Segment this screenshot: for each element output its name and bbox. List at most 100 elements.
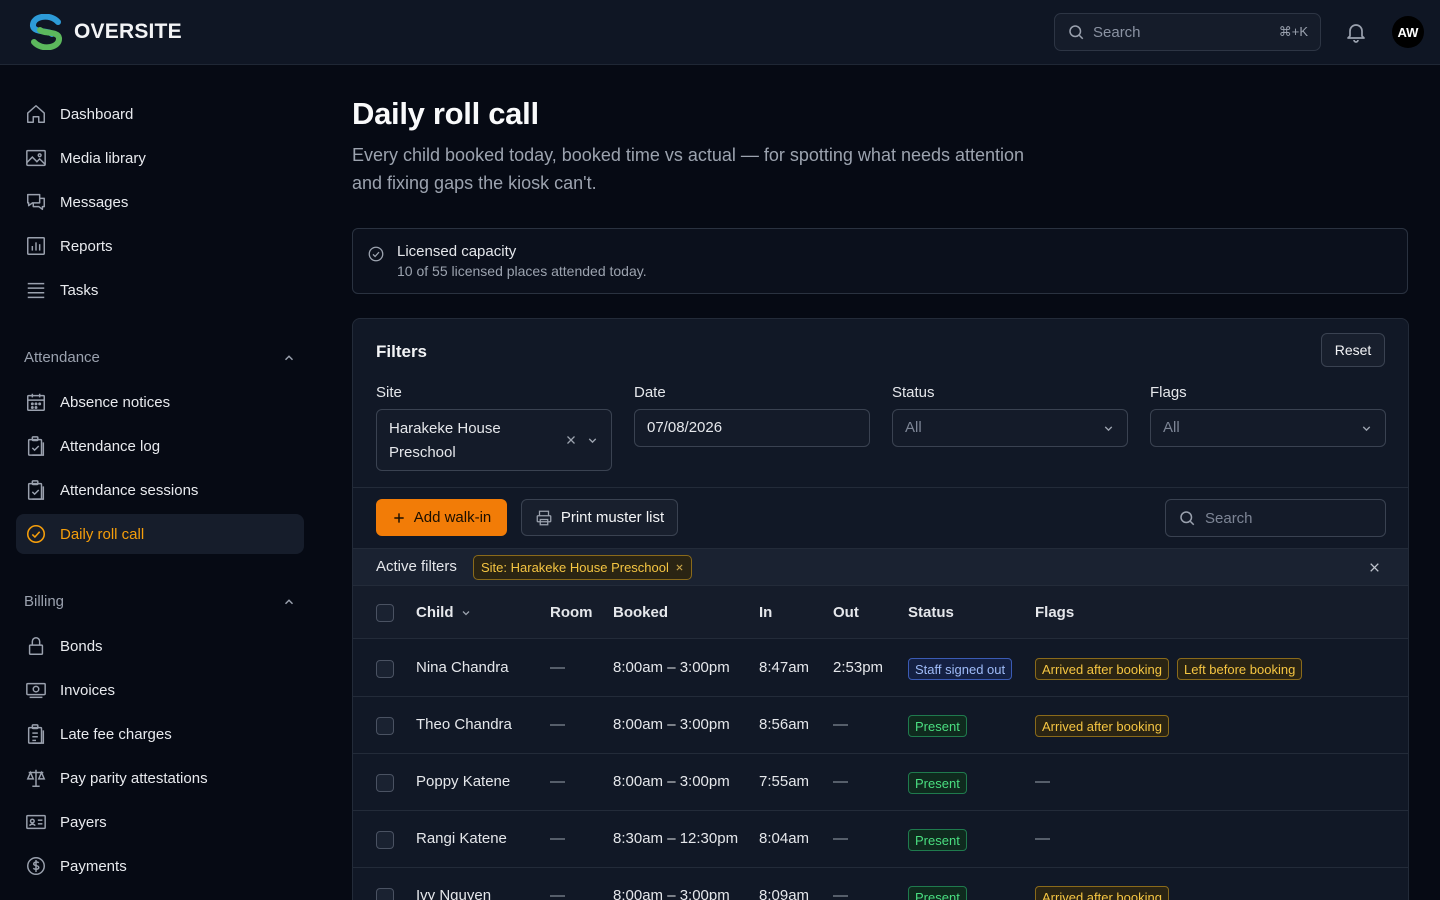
sidebar-item-tasks[interactable]: Tasks [16, 270, 304, 310]
sidebar-section-attendance[interactable]: Attendance [24, 349, 296, 366]
sidebar-item-label: Late fee charges [60, 725, 172, 743]
oversite-logo-icon [30, 14, 62, 50]
global-search[interactable]: Search ⌘+K [1054, 13, 1321, 51]
divider [353, 487, 1408, 488]
sidebar-item-label: Attendance sessions [60, 481, 199, 499]
active-filter-chip[interactable]: Site: Harakeke House Preschool [473, 555, 692, 580]
flag-badge: Arrived after booking [1035, 886, 1169, 900]
check-circle-icon [26, 524, 46, 544]
table-row[interactable]: Rangi Katene — 8:30am – 12:30pm 8:04am —… [353, 811, 1408, 868]
flags-empty: — [1035, 773, 1050, 790]
sidebar-item-label: Daily roll call [60, 525, 145, 543]
scale-icon [26, 769, 46, 787]
child-name[interactable]: Nina Chandra [416, 659, 509, 676]
status-badge: Present [908, 886, 967, 900]
flags-placeholder: All [1163, 419, 1180, 436]
booked-cell: 8:00am – 3:00pm [613, 887, 730, 900]
capacity-notice: Licensed capacity 10 of 55 licensed plac… [352, 228, 1408, 294]
id-card-icon [26, 814, 46, 830]
sidebar-item-label: Media library [60, 149, 146, 167]
sidebar-item-label: Bonds [60, 637, 103, 655]
chevron-down-icon [1104, 426, 1113, 432]
sidebar-item-daily-roll-call[interactable]: Daily roll call [16, 514, 304, 554]
table-row[interactable]: Poppy Katene — 8:00am – 3:00pm 7:55am — … [353, 754, 1408, 811]
in-cell: 8:56am [759, 716, 810, 733]
row-checkbox[interactable] [376, 831, 394, 849]
clipboard-check-icon [27, 436, 45, 456]
sidebar-item-invoices[interactable]: Invoices [16, 670, 304, 710]
section-heading: Attendance [24, 349, 100, 366]
dollar-circle-icon [27, 857, 45, 875]
out-cell: — [833, 887, 848, 900]
plus-icon [394, 512, 404, 523]
flags-select[interactable]: All [1150, 409, 1386, 447]
child-name[interactable]: Ivy Nguyen [416, 887, 491, 900]
column-header-out: Out [833, 604, 859, 621]
sidebar-item-pay-parity-attestations[interactable]: Pay parity attestations [16, 758, 304, 798]
close-icon[interactable] [675, 563, 684, 572]
sidebar-item-reports[interactable]: Reports [16, 226, 304, 266]
booked-cell: 8:30am – 12:30pm [613, 830, 739, 847]
clear-filters-icon[interactable] [1368, 561, 1381, 574]
row-checkbox[interactable] [376, 717, 394, 735]
row-checkbox[interactable] [376, 888, 394, 900]
list-icon [27, 282, 45, 299]
chat-icon [27, 193, 45, 211]
date-input[interactable]: 07/08/2026 [634, 409, 870, 447]
sidebar-item-attendance-sessions[interactable]: Attendance sessions [16, 470, 304, 510]
sidebar-item-attendance-log[interactable]: Attendance log [16, 426, 304, 466]
table-search-placeholder: Search [1205, 509, 1253, 527]
avatar[interactable]: AW [1392, 16, 1424, 48]
printer-icon [536, 510, 552, 525]
clear-icon[interactable] [565, 434, 577, 446]
room-cell: — [550, 830, 565, 847]
sidebar-item-messages[interactable]: Messages [16, 182, 304, 222]
sidebar-item-payments[interactable]: Payments [16, 846, 304, 886]
row-checkbox[interactable] [376, 774, 394, 792]
bell-icon[interactable] [1344, 20, 1368, 44]
sidebar-item-bonds[interactable]: Bonds [16, 626, 304, 666]
in-cell: 7:55am [759, 773, 810, 790]
table-search-input[interactable]: Search [1165, 499, 1386, 537]
lock-icon [28, 637, 44, 655]
column-header-booked: Booked [613, 604, 669, 621]
chart-icon [27, 237, 45, 255]
filters-title: Filters [376, 342, 428, 361]
child-name[interactable]: Poppy Katene [416, 773, 510, 790]
child-name[interactable]: Theo Chandra [416, 716, 512, 733]
sidebar-item-payers[interactable]: Payers [16, 802, 304, 842]
sidebar-item-media-library[interactable]: Media library [16, 138, 304, 178]
site-select[interactable]: Harakeke House Preschool [376, 409, 612, 471]
add-walk-in-label: Add walk-in [413, 509, 492, 526]
column-header-child[interactable]: Child [416, 604, 472, 621]
sidebar-section-billing[interactable]: Billing [24, 593, 296, 610]
print-muster-list-button[interactable]: Print muster list [521, 499, 678, 536]
sidebar-item-absence-notices[interactable]: Absence notices [16, 382, 304, 422]
add-walk-in-button[interactable]: Add walk-in [376, 499, 507, 536]
reset-button[interactable]: Reset [1321, 333, 1385, 367]
column-header-room: Room [550, 604, 593, 621]
print-muster-list-label: Print muster list [560, 509, 665, 526]
room-cell: — [550, 716, 565, 733]
select-all-checkbox[interactable] [376, 604, 394, 622]
logo[interactable]: OVERSITE [28, 14, 182, 50]
sidebar-item-label: Dashboard [60, 105, 134, 123]
child-name[interactable]: Rangi Katene [416, 830, 507, 847]
sidebar-item-dashboard[interactable]: Dashboard [16, 94, 304, 134]
calendar-icon [27, 393, 45, 411]
row-checkbox[interactable] [376, 660, 394, 678]
roll-call-panel: Filters Reset Site Harakeke House Presch… [352, 318, 1409, 900]
table-row[interactable]: Ivy Nguyen — 8:00am – 3:00pm 8:09am — Pr… [353, 868, 1408, 900]
out-cell: — [833, 830, 848, 847]
sidebar-item-label: Pay parity attestations [60, 769, 208, 787]
chevron-down-icon [588, 438, 597, 444]
search-icon [1069, 25, 1084, 40]
booked-cell: 8:00am – 3:00pm [613, 659, 730, 676]
flag-badge: Arrived after booking [1035, 715, 1169, 737]
table-row[interactable]: Nina Chandra — 8:00am – 3:00pm 8:47am 2:… [353, 640, 1408, 697]
status-select[interactable]: All [892, 409, 1128, 447]
sidebar-item-label: Reports [60, 237, 113, 255]
table-row[interactable]: Theo Chandra — 8:00am – 3:00pm 8:56am — … [353, 697, 1408, 754]
sidebar-item-late-fee-charges[interactable]: Late fee charges [16, 714, 304, 754]
check-circle-icon [368, 246, 384, 262]
